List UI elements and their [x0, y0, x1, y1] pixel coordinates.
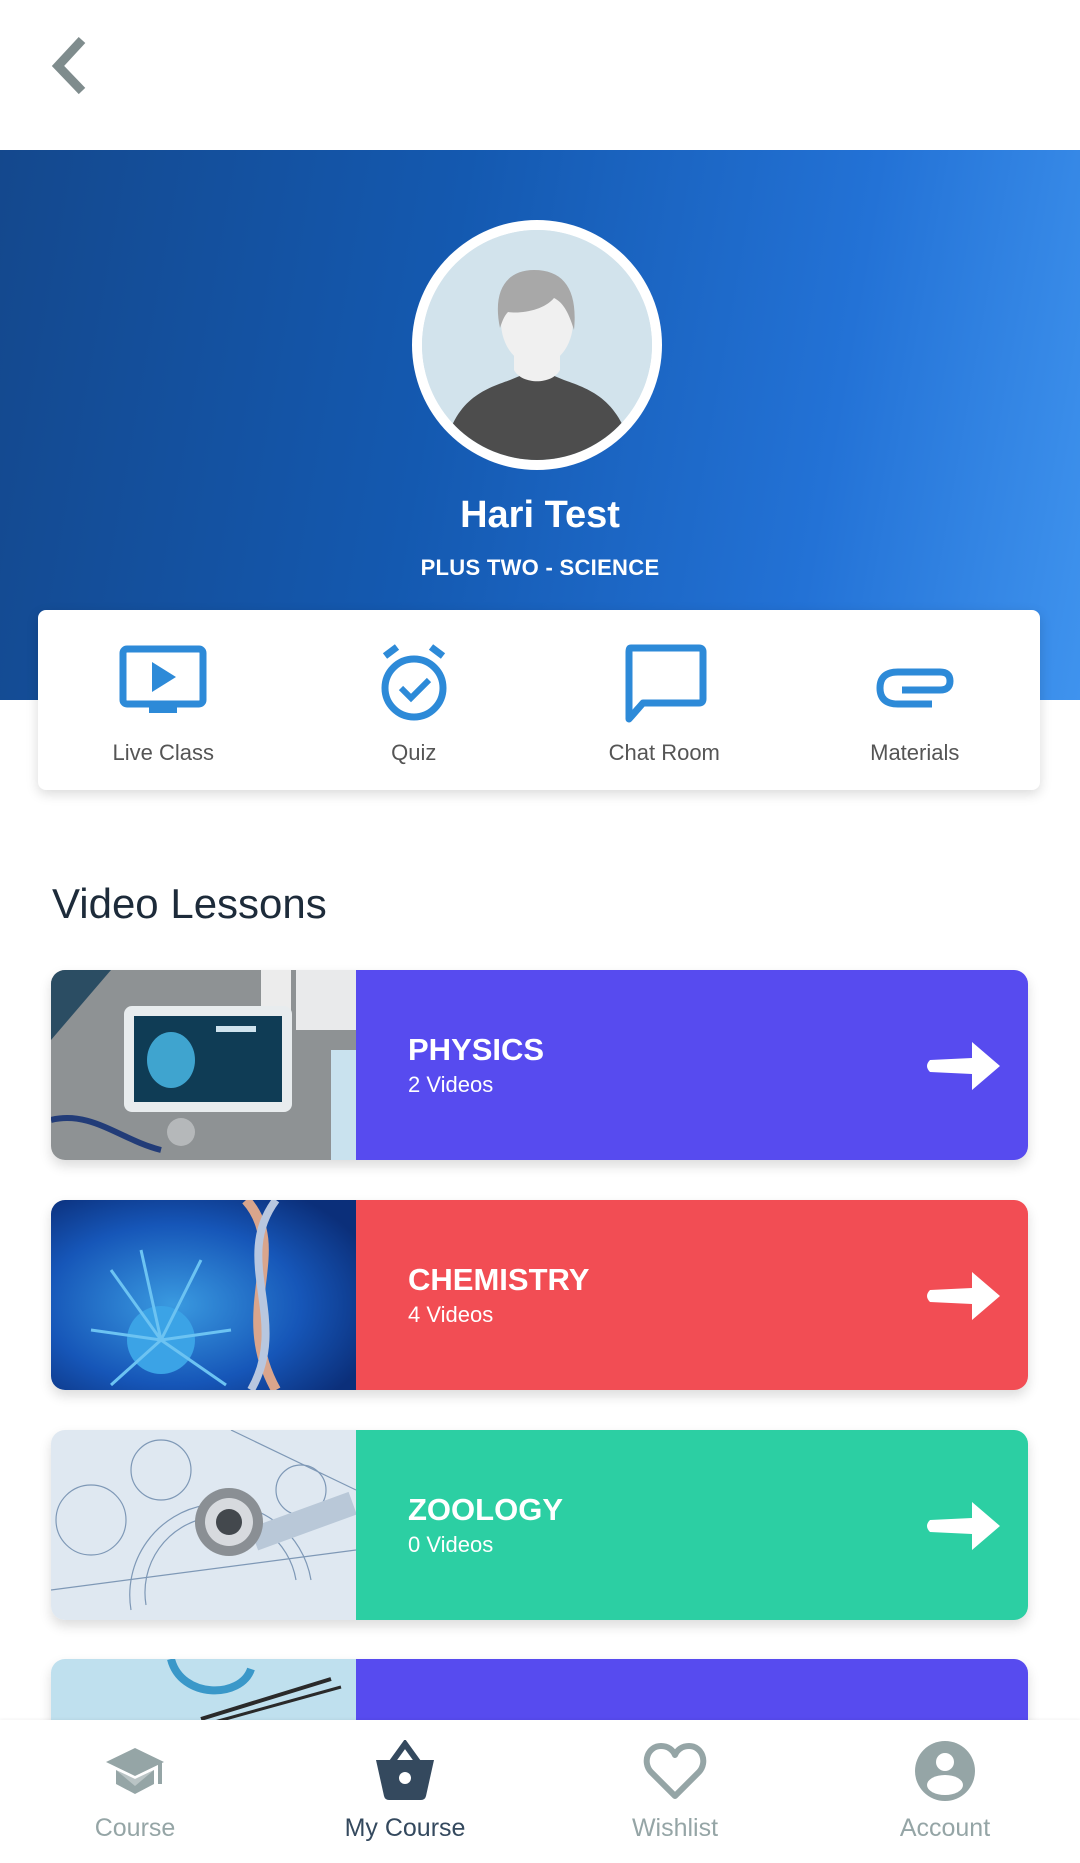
lesson-thumbnail	[51, 1430, 356, 1620]
quick-action-quiz[interactable]: Quiz	[289, 610, 540, 790]
nav-item-course[interactable]: Course	[0, 1720, 270, 1863]
nav-item-my-course[interactable]: My Course	[270, 1720, 540, 1863]
user-class: PLUS TWO - SCIENCE	[420, 555, 660, 580]
nav-item-wishlist[interactable]: Wishlist	[540, 1720, 810, 1863]
basket-icon	[376, 1740, 434, 1800]
arrow-right-icon[interactable]	[924, 1498, 1004, 1554]
quick-action-live-class[interactable]: Live Class	[38, 610, 289, 790]
nav-label: My Course	[344, 1814, 466, 1842]
lesson-body: ZOOLOGY 0 Videos	[356, 1430, 1028, 1620]
account-circle-icon	[915, 1741, 975, 1801]
lesson-title: PHYSICS	[408, 1032, 545, 1067]
heart-icon	[643, 1743, 707, 1799]
avatar[interactable]	[412, 220, 662, 470]
arrow-right-icon[interactable]	[924, 1038, 1004, 1094]
lesson-thumbnail	[51, 1200, 356, 1390]
quick-action-label: Live Class	[112, 740, 214, 765]
default-user-avatar-icon	[422, 230, 652, 460]
bottom-nav: Course My Course Wishlist Account	[0, 1720, 1080, 1863]
quick-action-label: Materials	[870, 740, 960, 765]
user-name: Hari Test	[460, 494, 620, 536]
nav-label: Course	[94, 1814, 176, 1842]
quick-action-chat-room[interactable]: Chat Room	[539, 610, 790, 790]
quick-action-label: Chat Room	[608, 740, 720, 765]
nav-label: Wishlist	[631, 1814, 719, 1842]
lesson-title: ZOOLOGY	[408, 1492, 563, 1527]
graduation-cap-icon	[106, 1748, 164, 1794]
lesson-thumbnail	[51, 970, 356, 1160]
chevron-left-icon	[51, 36, 86, 95]
nav-label: Account	[899, 1814, 991, 1842]
lesson-title: CHEMISTRY	[408, 1262, 590, 1297]
lesson-video-count: 2 Videos	[408, 1072, 494, 1097]
nav-item-account[interactable]: Account	[810, 1720, 1080, 1863]
engineering-bearing-image	[51, 1430, 356, 1620]
arrow-right-icon[interactable]	[924, 1268, 1004, 1324]
lesson-card-zoology[interactable]: ZOOLOGY 0 Videos	[51, 1430, 1028, 1620]
medical-tablet-heart-image	[51, 970, 356, 1160]
chat-bubble-icon	[625, 644, 707, 723]
quick-action-label: Quiz	[391, 740, 437, 765]
quick-action-materials[interactable]: Materials	[790, 610, 1041, 790]
lesson-body: PHYSICS 2 Videos	[356, 970, 1028, 1160]
section-title: Video Lessons	[52, 880, 327, 927]
paperclip-icon	[876, 668, 954, 708]
tv-play-icon	[119, 645, 207, 713]
lesson-card-chemistry[interactable]: CHEMISTRY 4 Videos	[51, 1200, 1028, 1390]
lesson-card-physics[interactable]: PHYSICS 2 Videos	[51, 970, 1028, 1160]
virus-dna-image	[51, 1200, 356, 1390]
top-bar	[0, 0, 1080, 150]
quick-actions-card: Live Class Quiz Chat Room Materials	[38, 610, 1040, 790]
alarm-check-icon	[381, 644, 447, 721]
lesson-video-count: 0 Videos	[408, 1532, 494, 1557]
back-button[interactable]	[40, 28, 100, 100]
lesson-body: CHEMISTRY 4 Videos	[356, 1200, 1028, 1390]
lesson-video-count: 4 Videos	[408, 1302, 494, 1327]
